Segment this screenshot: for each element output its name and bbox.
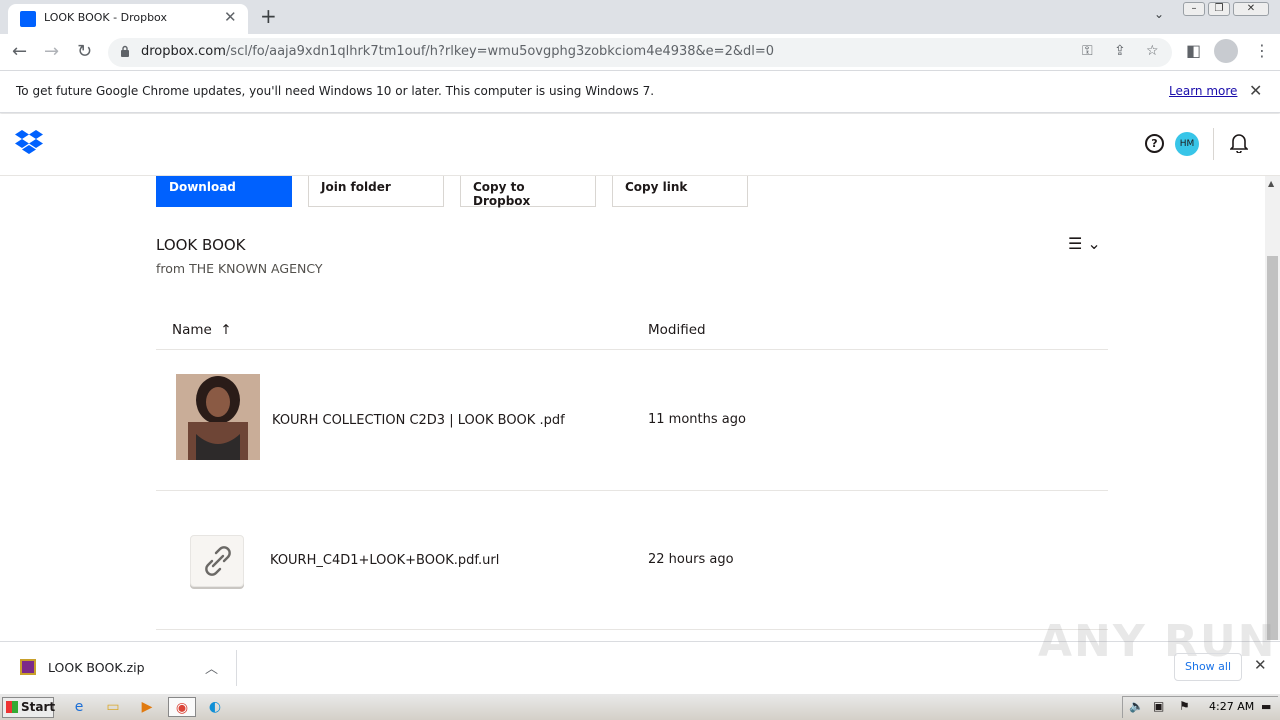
update-infobar: To get future Google Chrome updates, you… — [0, 71, 1280, 113]
show-all-button[interactable]: Show all — [1174, 653, 1242, 681]
dropbox-header: ? HM — [0, 114, 1280, 176]
media-player-icon[interactable]: ▶ — [136, 697, 158, 717]
download-button[interactable]: Download — [156, 176, 292, 207]
new-tab-icon[interactable]: + — [260, 4, 277, 28]
scroll-up-icon[interactable]: ▲ — [1268, 179, 1274, 188]
browser-toolbar: ← → ↻ dropbox.com/scl/fo/aaja9xdn1qlhrk7… — [0, 34, 1280, 71]
windows-logo-icon — [6, 701, 18, 713]
column-header-name[interactable]: Name ↑ — [172, 322, 232, 338]
chevron-up-icon[interactable]: ︿ — [205, 658, 218, 677]
network-icon[interactable]: ▣ — [1153, 699, 1164, 713]
copy-link-button[interactable]: Copy link — [612, 176, 748, 207]
bell-icon[interactable] — [1230, 133, 1248, 153]
header-divider — [1213, 128, 1214, 160]
archive-file-icon — [20, 659, 36, 675]
file-name[interactable]: KOURH COLLECTION C2D3 | LOOK BOOK .pdf — [272, 413, 565, 428]
file-modified: 11 months ago — [648, 412, 746, 427]
view-toggle-icon[interactable]: ☰ ⌄ — [1068, 234, 1101, 253]
join-folder-button[interactable]: Join folder — [308, 176, 444, 207]
folder-owner: from THE KNOWN AGENCY — [156, 261, 323, 276]
menu-kebab-icon[interactable]: ⋮ — [1254, 41, 1270, 60]
action-center-flag-icon[interactable]: ⚑ — [1179, 699, 1190, 713]
share-icon[interactable]: ⇪ — [1114, 43, 1126, 59]
tab-close-icon[interactable]: ✕ — [224, 8, 237, 26]
dropbox-favicon-icon — [20, 11, 36, 27]
divider — [156, 490, 1108, 491]
divider — [236, 650, 237, 686]
windows-taskbar: Start e ▭ ▶ ◉ ◐ 🔈 ▣ ⚑ ▬ 4:27 AM — [0, 693, 1280, 720]
sort-ascending-icon: ↑ — [216, 322, 232, 338]
tab-title: LOOK BOOK - Dropbox — [44, 11, 167, 24]
dropbox-logo-icon[interactable] — [15, 130, 43, 156]
link-file-icon — [190, 535, 244, 587]
restore-icon[interactable]: ❐ — [1208, 2, 1230, 16]
divider — [156, 629, 1108, 630]
copy-to-dropbox-button[interactable]: Copy to Dropbox — [460, 176, 596, 208]
folder-title: LOOK BOOK — [156, 236, 246, 254]
tab-strip: LOOK BOOK - Dropbox ✕ + ⌄ – ❐ ✕ — [0, 0, 1280, 34]
avatar[interactable]: HM — [1175, 132, 1199, 156]
key-icon[interactable]: ⚿ — [1082, 43, 1093, 59]
explorer-folder-icon[interactable]: ▭ — [102, 697, 124, 717]
download-shelf: ANY RUN LOOK BOOK.zip ︿ Show all ✕ — [0, 616, 1280, 693]
page-scrollbar[interactable]: ▲ — [1265, 176, 1280, 640]
reload-icon[interactable]: ↻ — [77, 41, 92, 62]
profile-avatar-icon[interactable] — [1214, 39, 1238, 63]
address-bar[interactable]: dropbox.com/scl/fo/aaja9xdn1qlhrk7tm1ouf… — [108, 38, 1172, 67]
url-text: dropbox.com/scl/fo/aaja9xdn1qlhrk7tm1ouf… — [141, 44, 775, 59]
back-icon[interactable]: ← — [12, 41, 27, 62]
minimize-icon[interactable]: – — [1183, 2, 1205, 16]
window-close-icon[interactable]: ✕ — [1233, 2, 1269, 16]
bookmark-star-icon[interactable]: ☆ — [1146, 43, 1159, 59]
divider — [156, 349, 1108, 350]
file-modified: 22 hours ago — [648, 552, 734, 567]
edge-icon[interactable]: ◐ — [204, 697, 226, 717]
forward-icon[interactable]: → — [44, 41, 59, 62]
system-tray: 🔈 ▣ ⚑ ▬ — [1122, 696, 1278, 718]
show-desktop-icon[interactable]: ▬ — [1261, 700, 1271, 713]
download-item-name[interactable]: LOOK BOOK.zip — [48, 660, 145, 675]
chrome-taskbar-icon[interactable]: ◉ — [168, 697, 196, 717]
pdf-thumbnail — [176, 374, 260, 464]
help-icon[interactable]: ? — [1145, 134, 1164, 153]
lock-icon — [121, 45, 129, 57]
tab-search-chevron-icon[interactable]: ⌄ — [1154, 7, 1164, 21]
start-button[interactable]: Start — [2, 697, 55, 718]
volume-icon[interactable]: 🔈 — [1129, 699, 1144, 713]
column-header-modified[interactable]: Modified — [648, 322, 706, 338]
tab-active[interactable]: LOOK BOOK - Dropbox ✕ — [8, 4, 248, 34]
ie-icon[interactable]: e — [68, 697, 90, 717]
scroll-thumb[interactable] — [1267, 256, 1278, 640]
clock[interactable]: 4:27 AM — [1209, 700, 1254, 713]
infobar-text: To get future Google Chrome updates, you… — [16, 84, 655, 98]
infobar-close-icon[interactable]: ✕ — [1249, 81, 1262, 100]
main-content: Download Join folder Copy to Dropbox Cop… — [0, 176, 1265, 640]
side-panel-icon[interactable]: ◧ — [1186, 41, 1201, 60]
download-shelf-close-icon[interactable]: ✕ — [1254, 656, 1267, 674]
file-name[interactable]: KOURH_C4D1+LOOK+BOOK.pdf.url — [270, 553, 499, 568]
learn-more-link[interactable]: Learn more — [1169, 84, 1237, 98]
